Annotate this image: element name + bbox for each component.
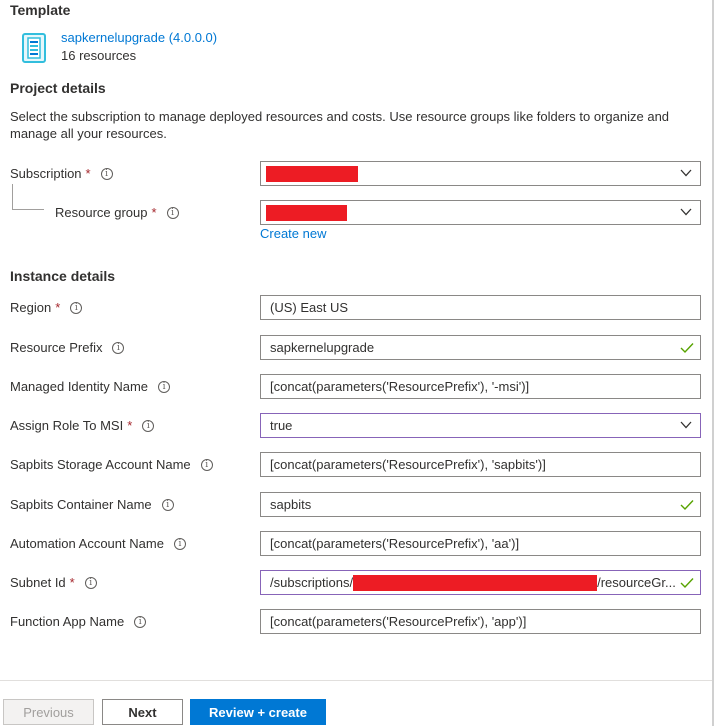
resource-prefix-label: Resource Prefix i [10, 340, 125, 355]
managed-identity-label: Managed Identity Name i [10, 379, 171, 394]
region-label: Region * i [10, 300, 83, 315]
function-app-label-text: Function App Name [10, 614, 125, 629]
redacted-subscription [266, 165, 358, 182]
automation-account-value: [concat(parameters('ResourcePrefix'), 'a… [270, 536, 520, 551]
info-icon[interactable]: i [166, 206, 179, 219]
info-icon[interactable]: i [134, 615, 147, 628]
info-icon[interactable]: i [70, 301, 83, 314]
managed-identity-label-text: Managed Identity Name [10, 379, 149, 394]
redacted-resource-group [266, 204, 347, 221]
create-new-link[interactable]: Create new [260, 226, 326, 241]
container-name-input[interactable]: sapbits [260, 492, 701, 517]
checkmark-icon [680, 500, 694, 511]
subnet-id-label: Subnet Id * i [10, 575, 97, 590]
subnet-id-suffix: /resourceGr... [597, 575, 676, 590]
subscription-select[interactable] [260, 161, 701, 186]
tree-connector-vertical [12, 184, 13, 210]
function-app-input[interactable]: [concat(parameters('ResourcePrefix'), 'a… [260, 609, 701, 634]
container-name-label-text: Sapbits Container Name [10, 497, 152, 512]
footer-divider [0, 680, 714, 681]
info-icon[interactable]: i [161, 498, 174, 511]
resource-group-select[interactable] [260, 200, 701, 225]
region-label-text: Region [10, 300, 52, 315]
tree-connector-horizontal [12, 209, 44, 210]
assign-role-value: true [270, 418, 293, 433]
checkmark-icon [680, 578, 694, 589]
assign-role-select[interactable]: true [260, 413, 701, 438]
required-asterisk: * [127, 418, 133, 433]
resource-group-label-text: Resource group [55, 205, 148, 220]
template-icon [22, 33, 46, 63]
assign-role-label-text: Assign Role To MSI [10, 418, 124, 433]
info-icon[interactable]: i [200, 458, 213, 471]
instance-details-heading: Instance details [10, 268, 116, 284]
template-resource-count: 16 resources [61, 48, 137, 63]
automation-account-label-text: Automation Account Name [10, 536, 164, 551]
chevron-down-icon [680, 169, 692, 177]
function-app-value: [concat(parameters('ResourcePrefix'), 'a… [270, 614, 527, 629]
storage-account-value: [concat(parameters('ResourcePrefix'), 's… [270, 457, 546, 472]
container-name-label: Sapbits Container Name i [10, 497, 174, 512]
checkmark-icon [680, 343, 694, 354]
automation-account-input[interactable]: [concat(parameters('ResourcePrefix'), 'a… [260, 531, 701, 556]
info-icon[interactable]: i [84, 576, 97, 589]
storage-account-label-text: Sapbits Storage Account Name [10, 457, 191, 472]
function-app-label: Function App Name i [10, 614, 147, 629]
resource-prefix-value: sapkernelupgrade [270, 340, 375, 355]
container-name-value: sapbits [270, 497, 312, 512]
chevron-down-icon [680, 421, 692, 429]
managed-identity-value: [concat(parameters('ResourcePrefix'), '-… [270, 379, 530, 394]
project-description: Select the subscription to manage deploy… [10, 109, 670, 141]
info-icon[interactable]: i [158, 380, 171, 393]
info-icon[interactable]: i [112, 341, 125, 354]
template-link[interactable]: sapkernelupgrade (4.0.0.0) [61, 30, 217, 45]
resource-prefix-label-text: Resource Prefix [10, 340, 103, 355]
managed-identity-input[interactable]: [concat(parameters('ResourcePrefix'), '-… [260, 374, 701, 399]
region-value: (US) East US [270, 300, 349, 315]
subnet-id-prefix: /subscriptions/ [270, 575, 354, 590]
subscription-label: Subscription * i [10, 166, 113, 181]
region-input[interactable]: (US) East US [260, 295, 701, 320]
chevron-down-icon [680, 208, 692, 216]
template-heading: Template [10, 2, 71, 18]
required-asterisk: * [151, 205, 157, 220]
project-details-heading: Project details [10, 80, 106, 96]
storage-account-label: Sapbits Storage Account Name i [10, 457, 213, 472]
required-asterisk: * [69, 575, 75, 590]
automation-account-label: Automation Account Name i [10, 536, 186, 551]
storage-account-input[interactable]: [concat(parameters('ResourcePrefix'), 's… [260, 452, 701, 477]
assign-role-label: Assign Role To MSI * i [10, 418, 155, 433]
resource-group-label: Resource group * i [55, 205, 179, 220]
next-button[interactable]: Next [102, 699, 183, 725]
subnet-id-label-text: Subnet Id [10, 575, 66, 590]
resource-prefix-input[interactable]: sapkernelupgrade [260, 335, 701, 360]
info-icon[interactable]: i [173, 537, 186, 550]
previous-button[interactable]: Previous [3, 699, 94, 725]
info-icon[interactable]: i [100, 167, 113, 180]
subscription-label-text: Subscription [10, 166, 82, 181]
subnet-id-input[interactable]: /subscriptions/ /resourceGr... [260, 570, 701, 595]
redacted-subscription-id [353, 574, 598, 591]
info-icon[interactable]: i [142, 419, 155, 432]
review-create-button[interactable]: Review + create [190, 699, 326, 725]
required-asterisk: * [85, 166, 91, 181]
required-asterisk: * [55, 300, 61, 315]
